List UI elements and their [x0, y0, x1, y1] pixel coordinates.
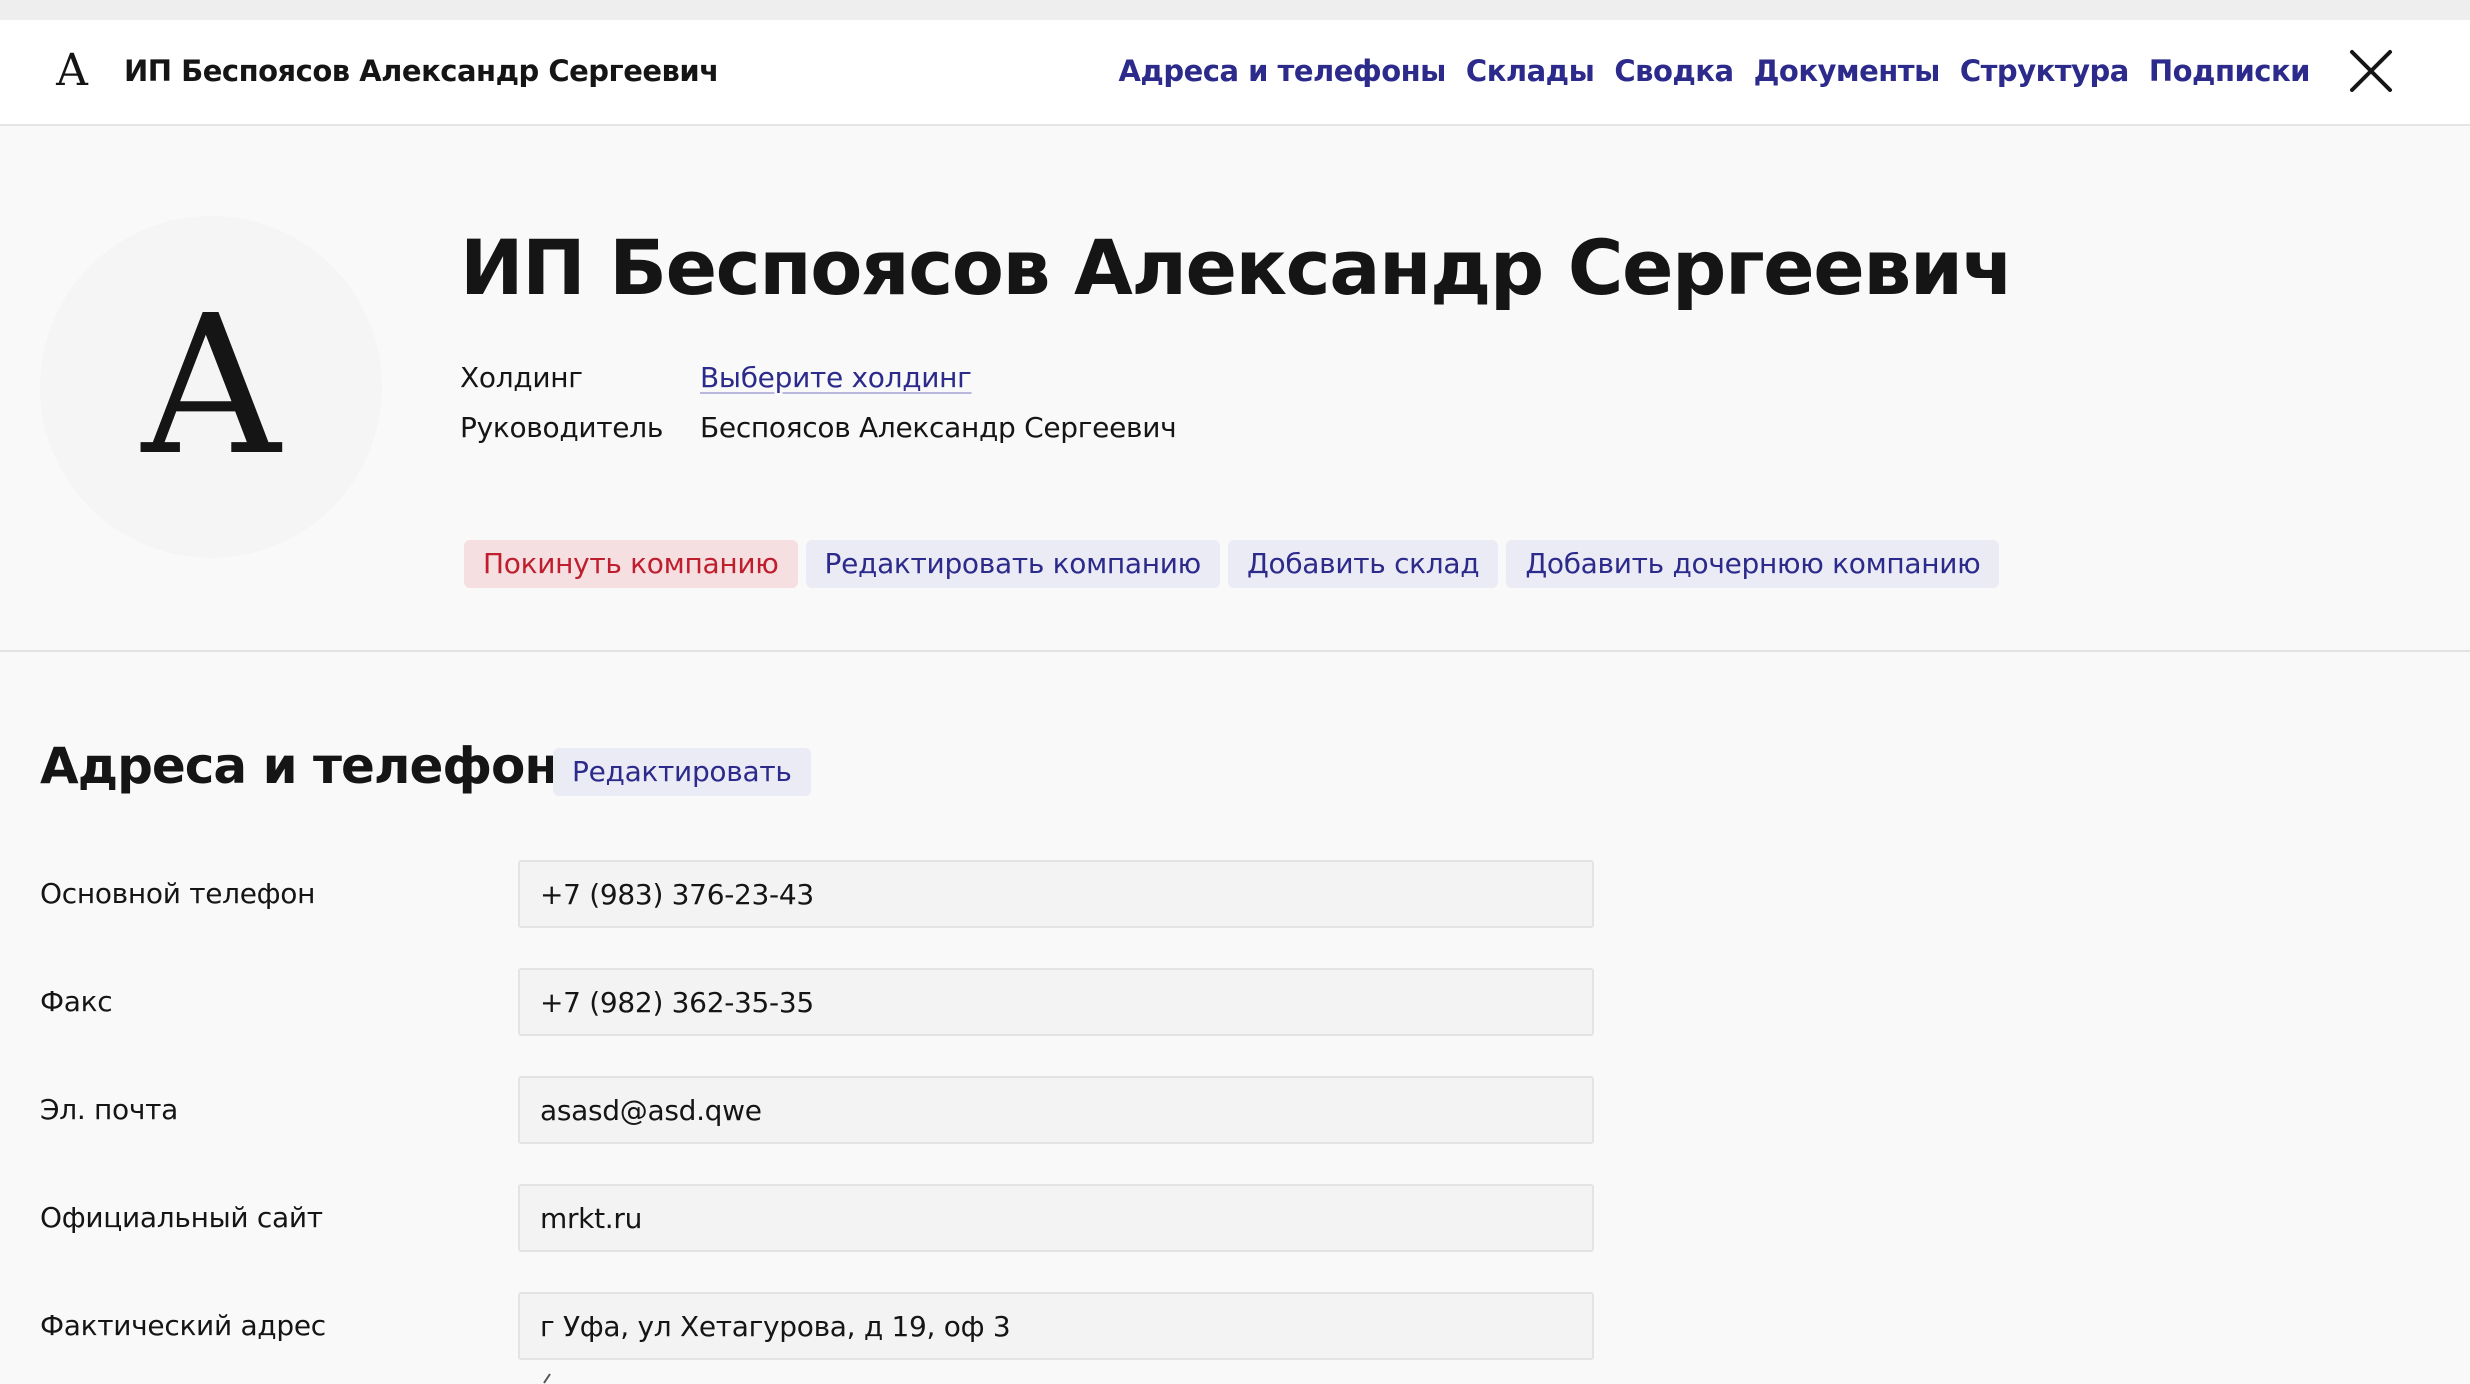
manager-value: Беспоясов Александр Сергеевич: [700, 411, 1177, 444]
email-input[interactable]: [518, 1076, 1594, 1144]
nav-summary[interactable]: Сводка: [1614, 50, 1734, 92]
field-label-address: Фактический адрес: [40, 1309, 326, 1342]
checkmark-icon: [543, 1373, 551, 1384]
nav-documents[interactable]: Документы: [1754, 50, 1941, 92]
fax-input[interactable]: [518, 968, 1594, 1036]
address-input[interactable]: [518, 1292, 1594, 1360]
close-icon: [2350, 50, 2392, 92]
topbar-avatar: A: [56, 45, 88, 96]
nav-structure[interactable]: Структура: [1960, 50, 2129, 92]
page-title: ИП Беспоясов Александр Сергеевич: [460, 223, 2014, 312]
company-avatar: A: [40, 216, 382, 558]
website-input[interactable]: [518, 1184, 1594, 1252]
holding-select-link[interactable]: Выберите холдинг: [700, 358, 972, 398]
main-phone-input[interactable]: [518, 860, 1594, 928]
close-button[interactable]: [2346, 46, 2396, 96]
edit-company-button[interactable]: Редактировать компанию: [805, 540, 1220, 588]
nav-subscriptions[interactable]: Подписки: [2149, 50, 2311, 92]
window-top-strip: [0, 0, 2470, 20]
manager-label: Руководитель: [460, 411, 664, 444]
company-actions: Покинуть компанию Редактировать компанию…: [464, 540, 2000, 588]
add-warehouse-button[interactable]: Добавить склад: [1227, 540, 1499, 588]
add-subsidiary-button[interactable]: Добавить дочернюю компанию: [1506, 540, 2000, 588]
nav-warehouses[interactable]: Склады: [1466, 50, 1595, 92]
section-title-addresses: Адреса и телефоны: [40, 737, 603, 795]
edit-contacts-button[interactable]: Редактировать: [553, 748, 811, 796]
leave-company-button[interactable]: Покинуть компанию: [464, 540, 798, 588]
top-bar: A ИП Беспоясов Александр Сергеевич Адрес…: [0, 20, 2470, 126]
top-nav: Адреса и телефоны Склады Сводка Документ…: [1118, 50, 2310, 92]
holding-label: Холдинг: [460, 361, 583, 394]
topbar-company-name: ИП Беспоясов Александр Сергеевич: [124, 54, 719, 88]
field-label-email: Эл. почта: [40, 1093, 178, 1126]
nav-addresses-phones[interactable]: Адреса и телефоны: [1118, 50, 1446, 92]
field-label-website: Официальный сайт: [40, 1201, 323, 1234]
field-label-fax: Факс: [40, 985, 113, 1018]
field-label-main-phone: Основной телефон: [40, 877, 316, 910]
